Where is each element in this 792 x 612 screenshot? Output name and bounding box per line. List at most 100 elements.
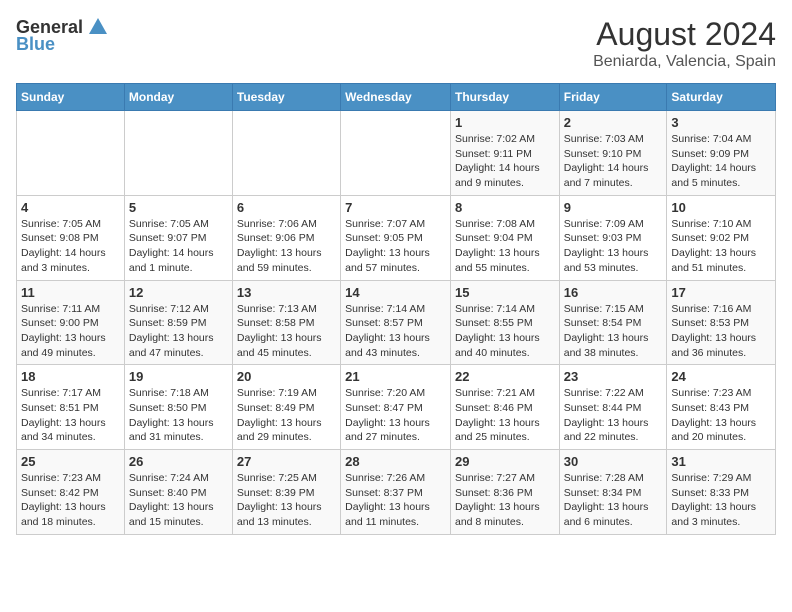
day-info: Sunrise: 7:19 AMSunset: 8:49 PMDaylight:…: [237, 386, 336, 445]
weekday-header-wednesday: Wednesday: [341, 84, 451, 111]
calendar-cell-w2-d3: 6Sunrise: 7:06 AMSunset: 9:06 PMDaylight…: [232, 195, 340, 280]
calendar-cell-w3-d6: 16Sunrise: 7:15 AMSunset: 8:54 PMDayligh…: [559, 280, 667, 365]
day-info: Sunrise: 7:20 AMSunset: 8:47 PMDaylight:…: [345, 386, 446, 445]
header: General Blue August 2024 Beniarda, Valen…: [16, 16, 776, 71]
page-subtitle: Beniarda, Valencia, Spain: [593, 53, 776, 71]
logo-icon: [87, 16, 109, 38]
calendar-cell-w1-d6: 2Sunrise: 7:03 AMSunset: 9:10 PMDaylight…: [559, 111, 667, 196]
calendar-cell-w3-d5: 15 Sunrise: 7:14 AMSunset: 8:55 PMDayligh…: [450, 280, 559, 365]
calendar-cell-w2-d2: 5Sunrise: 7:05 AMSunset: 9:07 PMDaylight…: [124, 195, 232, 280]
calendar-cell-w4-d7: 24 Sunrise: 7:23 AMSunset: 8:43 PMDayligh…: [667, 365, 776, 450]
logo-blue: Blue: [16, 34, 55, 55]
day-number: 18: [21, 369, 120, 384]
page-title: August 2024: [593, 16, 776, 53]
calendar-cell-w4-d1: 18 Sunrise: 7:17 AMSunset: 8:51 PMDayligh…: [17, 365, 125, 450]
calendar-cell-w1-d3: [232, 111, 340, 196]
day-number: 12: [129, 285, 228, 300]
day-number: 25: [21, 454, 120, 469]
calendar-cell-w3-d4: 14 Sunrise: 7:14 AMSunset: 8:57 PMDayligh…: [341, 280, 451, 365]
calendar-cell-w1-d1: [17, 111, 125, 196]
day-number: 16: [564, 285, 663, 300]
day-number: 24: [671, 369, 771, 384]
day-number: 11: [21, 285, 120, 300]
day-info: Sunrise: 7:17 AMSunset: 8:51 PMDaylight:…: [21, 386, 120, 445]
calendar-cell-w3-d3: 13 Sunrise: 7:13 AMSunset: 8:58 PMDayligh…: [232, 280, 340, 365]
day-info: Sunrise: 7:09 AMSunset: 9:03 PMDaylight:…: [564, 217, 663, 276]
day-number: 15: [455, 285, 555, 300]
day-info: Sunrise: 7:03 AMSunset: 9:10 PMDaylight:…: [564, 132, 663, 191]
calendar-cell-w1-d2: [124, 111, 232, 196]
calendar-header: SundayMondayTuesdayWednesdayThursdayFrid…: [17, 84, 776, 111]
day-info: Sunrise: 7:23 AMSunset: 8:42 PMDaylight:…: [21, 471, 120, 530]
calendar-cell-w2-d7: 10 Sunrise: 7:10 AMSunset: 9:02 PMDayligh…: [667, 195, 776, 280]
day-info: Sunrise: 7:02 AMSunset: 9:11 PMDaylight:…: [455, 132, 555, 191]
day-info: Sunrise: 7:13 AMSunset: 8:58 PMDaylight:…: [237, 302, 336, 361]
day-info: Sunrise: 7:08 AMSunset: 9:04 PMDaylight:…: [455, 217, 555, 276]
calendar-cell-w4-d3: 20 Sunrise: 7:19 AMSunset: 8:49 PMDayligh…: [232, 365, 340, 450]
day-number: 27: [237, 454, 336, 469]
calendar-cell-w3-d1: 11Sunrise: 7:11 AMSunset: 9:00 PMDayligh…: [17, 280, 125, 365]
day-info: Sunrise: 7:25 AMSunset: 8:39 PMDaylight:…: [237, 471, 336, 530]
weekday-header-friday: Friday: [559, 84, 667, 111]
day-number: 10: [671, 200, 771, 215]
day-number: 30: [564, 454, 663, 469]
day-number: 8: [455, 200, 555, 215]
day-info: Sunrise: 7:18 AMSunset: 8:50 PMDaylight:…: [129, 386, 228, 445]
day-number: 20: [237, 369, 336, 384]
day-number: 21: [345, 369, 446, 384]
calendar-cell-w4-d6: 23 Sunrise: 7:22 AMSunset: 8:44 PMDayligh…: [559, 365, 667, 450]
weekday-header-thursday: Thursday: [450, 84, 559, 111]
calendar-cell-w2-d1: 4Sunrise: 7:05 AMSunset: 9:08 PMDaylight…: [17, 195, 125, 280]
week-row-2: 4Sunrise: 7:05 AMSunset: 9:08 PMDaylight…: [17, 195, 776, 280]
calendar-cell-w3-d2: 12Sunrise: 7:12 AMSunset: 8:59 PMDayligh…: [124, 280, 232, 365]
calendar-body: 1Sunrise: 7:02 AMSunset: 9:11 PMDaylight…: [17, 111, 776, 535]
calendar-cell-w5-d2: 26Sunrise: 7:24 AMSunset: 8:40 PMDayligh…: [124, 450, 232, 535]
calendar-cell-w1-d5: 1Sunrise: 7:02 AMSunset: 9:11 PMDaylight…: [450, 111, 559, 196]
day-number: 3: [671, 115, 771, 130]
day-info: Sunrise: 7:22 AMSunset: 8:44 PMDaylight:…: [564, 386, 663, 445]
calendar-cell-w5-d7: 31 Sunrise: 7:29 AMSunset: 8:33 PMDayligh…: [667, 450, 776, 535]
calendar-cell-w4-d4: 21 Sunrise: 7:20 AMSunset: 8:47 PMDayligh…: [341, 365, 451, 450]
day-number: 29: [455, 454, 555, 469]
day-number: 19: [129, 369, 228, 384]
day-info: Sunrise: 7:29 AMSunset: 8:33 PMDaylight:…: [671, 471, 771, 530]
calendar-cell-w4-d2: 19 Sunrise: 7:18 AMSunset: 8:50 PMDayligh…: [124, 365, 232, 450]
calendar-table: SundayMondayTuesdayWednesdayThursdayFrid…: [16, 83, 776, 535]
day-number: 26: [129, 454, 228, 469]
calendar-cell-w2-d6: 9 Sunrise: 7:09 AMSunset: 9:03 PMDaylight…: [559, 195, 667, 280]
day-number: 5: [129, 200, 228, 215]
day-number: 22: [455, 369, 555, 384]
day-info: Sunrise: 7:28 AMSunset: 8:34 PMDaylight:…: [564, 471, 663, 530]
calendar-cell-w5-d6: 30 Sunrise: 7:28 AMSunset: 8:34 PMDayligh…: [559, 450, 667, 535]
calendar-cell-w2-d4: 7Sunrise: 7:07 AMSunset: 9:05 PMDaylight…: [341, 195, 451, 280]
week-row-3: 11Sunrise: 7:11 AMSunset: 9:00 PMDayligh…: [17, 280, 776, 365]
day-number: 7: [345, 200, 446, 215]
day-info: Sunrise: 7:16 AMSunset: 8:53 PMDaylight:…: [671, 302, 771, 361]
calendar-cell-w1-d4: [341, 111, 451, 196]
day-info: Sunrise: 7:26 AMSunset: 8:37 PMDaylight:…: [345, 471, 446, 530]
day-info: Sunrise: 7:05 AMSunset: 9:08 PMDaylight:…: [21, 217, 120, 276]
day-number: 17: [671, 285, 771, 300]
day-info: Sunrise: 7:23 AMSunset: 8:43 PMDaylight:…: [671, 386, 771, 445]
day-info: Sunrise: 7:21 AMSunset: 8:46 PMDaylight:…: [455, 386, 555, 445]
day-info: Sunrise: 7:10 AMSunset: 9:02 PMDaylight:…: [671, 217, 771, 276]
day-info: Sunrise: 7:14 AMSunset: 8:57 PMDaylight:…: [345, 302, 446, 361]
calendar-cell-w5-d4: 28Sunrise: 7:26 AMSunset: 8:37 PMDayligh…: [341, 450, 451, 535]
day-number: 14: [345, 285, 446, 300]
week-row-1: 1Sunrise: 7:02 AMSunset: 9:11 PMDaylight…: [17, 111, 776, 196]
calendar-cell-w5-d1: 25 Sunrise: 7:23 AMSunset: 8:42 PMDayligh…: [17, 450, 125, 535]
day-info: Sunrise: 7:14 AMSunset: 8:55 PMDaylight:…: [455, 302, 555, 361]
day-number: 9: [564, 200, 663, 215]
day-number: 13: [237, 285, 336, 300]
day-number: 23: [564, 369, 663, 384]
day-number: 6: [237, 200, 336, 215]
calendar-cell-w4-d5: 22 Sunrise: 7:21 AMSunset: 8:46 PMDayligh…: [450, 365, 559, 450]
weekday-header-monday: Monday: [124, 84, 232, 111]
day-info: Sunrise: 7:27 AMSunset: 8:36 PMDaylight:…: [455, 471, 555, 530]
week-row-5: 25 Sunrise: 7:23 AMSunset: 8:42 PMDayligh…: [17, 450, 776, 535]
calendar-cell-w3-d7: 17 Sunrise: 7:16 AMSunset: 8:53 PMDayligh…: [667, 280, 776, 365]
week-row-4: 18 Sunrise: 7:17 AMSunset: 8:51 PMDayligh…: [17, 365, 776, 450]
day-number: 31: [671, 454, 771, 469]
weekday-header-sunday: Sunday: [17, 84, 125, 111]
weekday-header-row: SundayMondayTuesdayWednesdayThursdayFrid…: [17, 84, 776, 111]
